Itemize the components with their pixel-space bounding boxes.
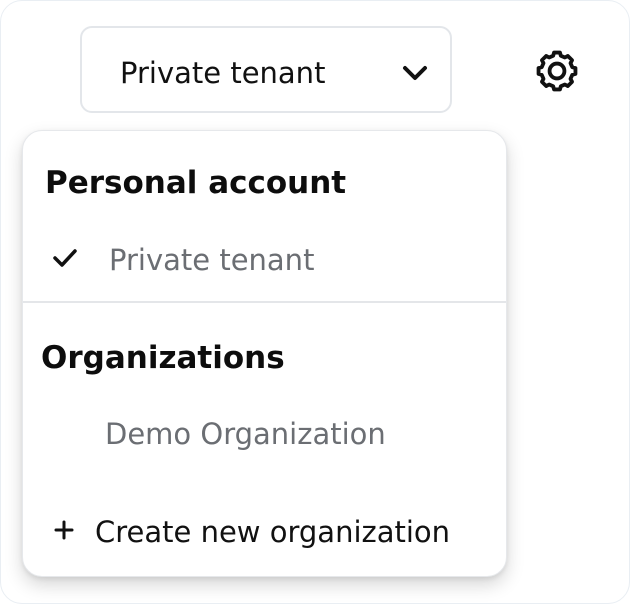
section-title-organizations: Organizations — [41, 340, 285, 376]
gear-icon[interactable] — [530, 44, 584, 98]
chevron-down-icon — [403, 66, 427, 80]
menu-item-private-tenant[interactable]: Private tenant — [23, 231, 506, 291]
section-title-personal-account: Personal account — [45, 165, 347, 201]
menu-item-demo-organization[interactable]: Demo Organization — [23, 405, 506, 465]
plus-icon — [54, 520, 74, 540]
create-organization-button[interactable]: Create new organization — [23, 503, 506, 563]
tenant-selector[interactable]: Private tenant — [80, 26, 452, 113]
create-organization-label: Create new organization — [95, 515, 451, 549]
app-frame: Private tenant Personal account Private … — [0, 0, 630, 604]
menu-item-label: Demo Organization — [105, 417, 386, 451]
tenant-dropdown-menu: Personal account Private tenant Organiza… — [22, 130, 507, 577]
menu-item-label: Private tenant — [109, 243, 315, 277]
check-icon — [53, 249, 77, 267]
menu-divider — [23, 301, 506, 303]
tenant-selector-value: Private tenant — [120, 56, 326, 90]
